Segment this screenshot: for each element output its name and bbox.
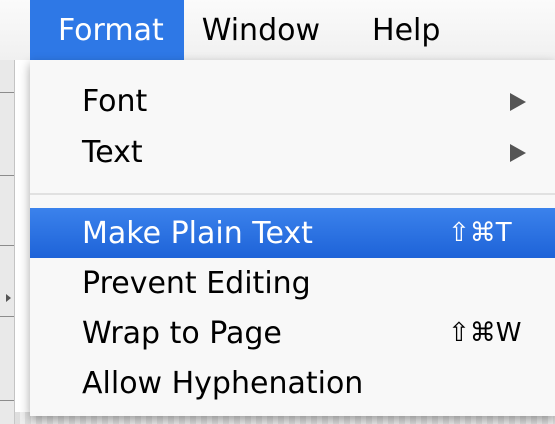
menubar-help[interactable]: Help	[320, 0, 440, 60]
menu-item-label: Wrap to Page	[82, 315, 282, 351]
menu-item-label: Text	[82, 134, 143, 170]
menu-item-wrap-to-page[interactable]: Wrap to Page ⇧⌘W	[30, 308, 555, 358]
document-divider	[0, 92, 14, 93]
menu-item-label: Prevent Editing	[82, 265, 311, 301]
ruler-tab-marker	[6, 294, 11, 302]
menu-item-allow-hyphenation[interactable]: Allow Hyphenation	[30, 358, 555, 408]
menu-item-shortcut: ⇧⌘W	[448, 318, 522, 348]
menu-item-prevent-editing[interactable]: Prevent Editing	[30, 258, 555, 308]
menu-item-label: Font	[82, 83, 148, 119]
menu-item-shortcut: ⇧⌘T	[448, 218, 512, 248]
menu-separator	[30, 193, 555, 195]
document-divider	[0, 400, 14, 401]
chevron-right-icon	[510, 93, 526, 111]
menubar-window[interactable]: Window	[184, 0, 320, 60]
document-divider	[0, 175, 14, 176]
menu-item-font[interactable]: Font	[30, 76, 555, 126]
menubar-format[interactable]: Format	[30, 0, 184, 60]
menu-item-label: Make Plain Text	[82, 215, 313, 251]
menu-item-make-plain-text[interactable]: Make Plain Text ⇧⌘T	[30, 208, 555, 258]
document-divider	[0, 245, 14, 246]
chevron-right-icon	[510, 144, 526, 162]
format-menu: Font Text Make Plain Text ⇧⌘T Prevent Ed…	[30, 60, 555, 416]
menu-item-text[interactable]: Text	[30, 127, 555, 177]
document-edge	[0, 60, 15, 424]
menu-bar: Format Window Help	[0, 0, 555, 60]
menu-item-label: Allow Hyphenation	[82, 365, 364, 401]
document-divider	[0, 316, 14, 317]
